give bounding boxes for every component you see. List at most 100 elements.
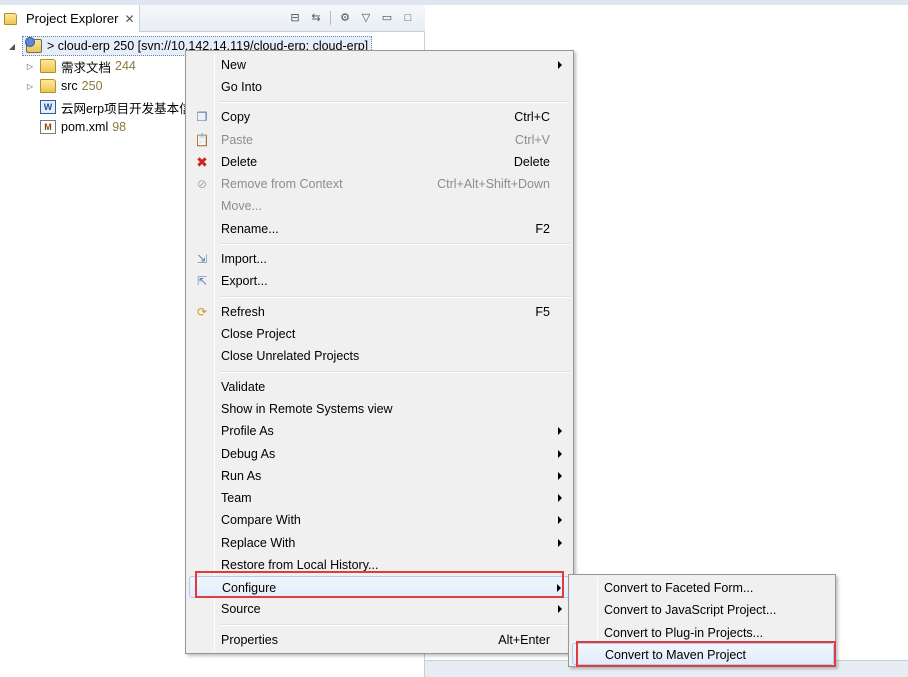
menu-item-convert-javascript-project[interactable]: Convert to JavaScript Project... (572, 599, 834, 621)
menu-label: Run As (221, 469, 262, 483)
menu-item-copy[interactable]: ❐ Copy Ctrl+C (189, 106, 570, 128)
menu-label: Copy (221, 110, 251, 124)
menu-item-run-as[interactable]: Run As (189, 465, 570, 487)
menu-item-team[interactable]: Team (189, 487, 570, 509)
menu-label: Export... (221, 274, 268, 288)
submenu-arrow-icon (558, 605, 562, 613)
menu-label: Delete (221, 155, 258, 169)
menu-item-go-into[interactable]: Go Into (189, 76, 570, 98)
paste-icon: 📋 (194, 133, 210, 147)
menu-item-paste[interactable]: 📋 Paste Ctrl+V (189, 129, 570, 151)
view-toolbar: ⊟ ⇆ ⚙ ▽ ▭ □ (288, 11, 415, 25)
link-with-editor-icon[interactable]: ⇆ (309, 11, 323, 25)
item-label: pom.xml (61, 120, 109, 134)
menu-item-refresh[interactable]: ⟳ Refresh F5 (189, 301, 570, 323)
submenu-arrow-icon (558, 427, 562, 435)
submenu-arrow-icon (557, 584, 561, 592)
menu-label: Paste (221, 133, 253, 147)
menu-item-delete[interactable]: ✖ Delete Delete (189, 151, 570, 173)
menu-item-import[interactable]: ⇲ Import... (189, 248, 570, 270)
menu-item-new[interactable]: New (189, 54, 570, 76)
folder-icon (40, 59, 56, 73)
menu-separator (219, 296, 570, 298)
menu-label: Rename... (221, 222, 279, 236)
export-icon: ⇱ (196, 274, 208, 288)
menu-item-move[interactable]: Move... (189, 195, 570, 217)
menu-item-close-unrelated-projects[interactable]: Close Unrelated Projects (189, 345, 570, 367)
collapse-all-icon[interactable]: ⊟ (288, 11, 302, 25)
menu-separator (219, 101, 570, 103)
menu-separator (219, 243, 570, 245)
menu-item-convert-maven-project[interactable]: Convert to Maven Project (572, 643, 834, 665)
menu-shortcut: Delete (513, 155, 550, 169)
menu-label: Restore from Local History... (221, 558, 379, 572)
view-header: Project Explorer ✕ ⊟ ⇆ ⚙ ▽ ▭ □ (0, 5, 425, 32)
refresh-icon: ⟳ (196, 305, 208, 319)
toolbar-separator (330, 11, 331, 25)
menu-item-compare-with[interactable]: Compare With (189, 509, 570, 531)
menu-item-properties[interactable]: Properties Alt+Enter (189, 629, 570, 651)
menu-shortcut: Ctrl+C (514, 110, 550, 124)
minimize-icon[interactable]: ▭ (380, 11, 394, 25)
revision-number: 244 (115, 59, 136, 73)
menu-item-convert-plugin-projects[interactable]: Convert to Plug-in Projects... (572, 622, 834, 644)
submenu-arrow-icon (558, 516, 562, 524)
expanded-twisty-icon[interactable]: ◢ (6, 42, 18, 51)
menu-item-validate[interactable]: Validate (189, 376, 570, 398)
submenu-arrow-icon (558, 472, 562, 480)
menu-shortcut: F5 (535, 305, 550, 319)
menu-item-export[interactable]: ⇱ Export... (189, 270, 570, 292)
collapsed-twisty-icon[interactable]: ▷ (24, 82, 36, 91)
menu-label: Team (221, 491, 252, 505)
menu-label: Source (221, 602, 261, 616)
tab-title: Project Explorer (26, 11, 119, 26)
menu-label: Convert to Faceted Form... (604, 581, 754, 595)
menu-label: Validate (221, 380, 266, 394)
project-explorer-tab[interactable]: Project Explorer ✕ (0, 5, 140, 32)
delete-icon: ✖ (196, 154, 208, 170)
menu-label: Convert to Plug-in Projects... (604, 626, 764, 640)
menu-item-show-remote-systems[interactable]: Show in Remote Systems view (189, 398, 570, 420)
filters-icon[interactable]: ⚙ (338, 11, 352, 25)
menu-label: New (221, 58, 247, 72)
submenu-arrow-icon (558, 494, 562, 502)
item-label: 需求文档 (61, 60, 112, 75)
item-label: src (61, 79, 78, 93)
menu-item-source[interactable]: Source (189, 598, 570, 620)
revision-number: 250 (81, 79, 103, 93)
menu-item-debug-as[interactable]: Debug As (189, 443, 570, 465)
menu-label: Remove from Context (221, 177, 343, 191)
menu-label: Close Unrelated Projects (221, 349, 360, 363)
tree-item-folder[interactable]: ▷ 需求文档 244 (24, 56, 136, 76)
collapsed-twisty-icon[interactable]: ▷ (24, 62, 36, 71)
context-menu: New Go Into ❐ Copy Ctrl+C 📋 Paste Ctrl+V… (185, 50, 574, 654)
menu-label: Show in Remote Systems view (221, 402, 393, 416)
folder-icon (40, 79, 56, 93)
menu-item-rename[interactable]: Rename... F2 (189, 218, 570, 240)
menu-label: Profile As (221, 424, 274, 438)
menu-item-profile-as[interactable]: Profile As (189, 420, 570, 442)
menu-item-replace-with[interactable]: Replace With (189, 532, 570, 554)
item-label: 云网erp项目开发基本信 (61, 101, 192, 116)
close-icon[interactable]: ✕ (124, 12, 134, 26)
menu-label: Replace With (221, 536, 296, 550)
submenu-arrow-icon (558, 539, 562, 547)
menu-item-configure[interactable]: Configure (189, 576, 570, 598)
word-file-icon: W (40, 100, 56, 114)
menu-item-remove-from-context[interactable]: ⊘ Remove from Context Ctrl+Alt+Shift+Dow… (189, 173, 570, 195)
menu-label: Configure (222, 581, 277, 595)
menu-separator (219, 624, 570, 626)
menu-label: Go Into (221, 80, 262, 94)
view-menu-icon[interactable]: ▽ (359, 11, 373, 25)
maximize-icon[interactable]: □ (401, 11, 415, 25)
menu-item-restore-local-history[interactable]: Restore from Local History... (189, 554, 570, 576)
menu-separator (219, 371, 570, 373)
tree-item-file[interactable]: M pom.xml 98 (40, 117, 126, 137)
project-explorer-icon (4, 12, 17, 25)
menu-label: Close Project (221, 327, 296, 341)
menu-label: Properties (221, 633, 278, 647)
tree-item-folder[interactable]: ▷ src 250 (24, 76, 103, 96)
tree-item-file[interactable]: W 云网erp项目开发基本信 (40, 97, 192, 117)
menu-item-close-project[interactable]: Close Project (189, 323, 570, 345)
menu-item-convert-faceted-form[interactable]: Convert to Faceted Form... (572, 577, 834, 599)
